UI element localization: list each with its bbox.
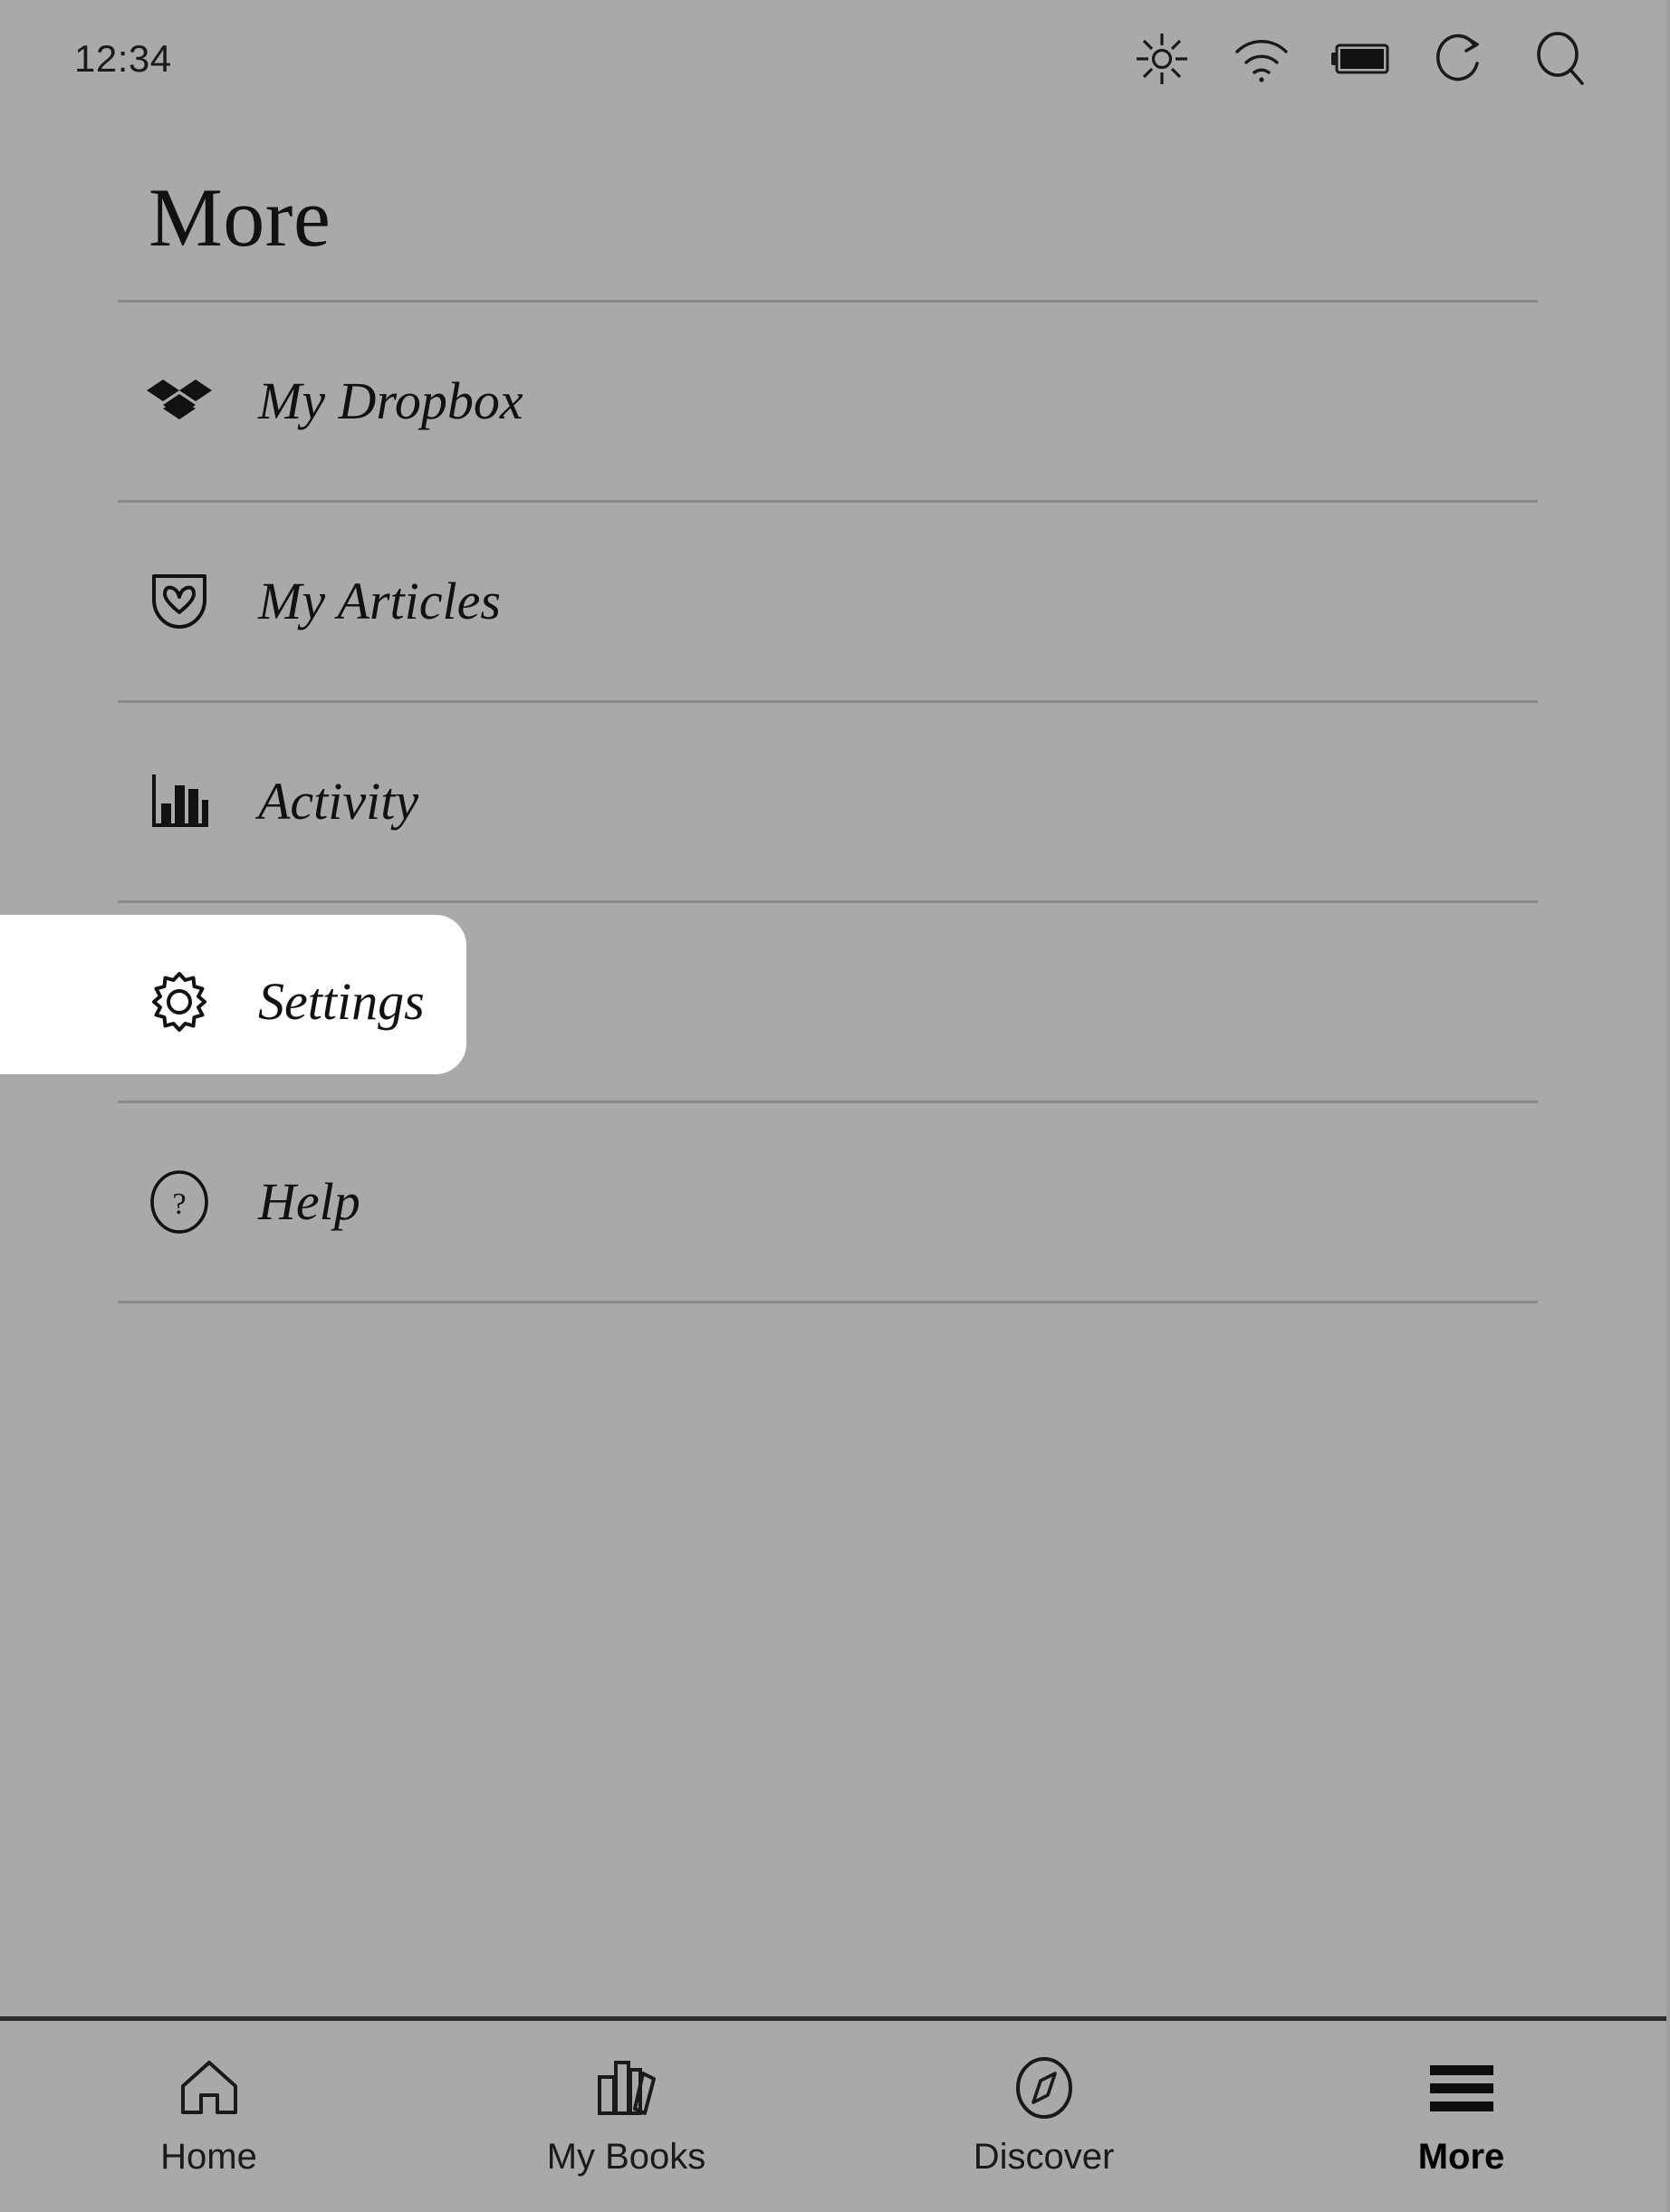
menu-item-help[interactable]: ? Help [0,1103,1670,1301]
menu-item-label: Help [258,1176,360,1228]
sync-icon[interactable] [1431,29,1491,89]
question-circle-icon: ? [145,1168,214,1236]
menu-item-activity[interactable]: Activity [0,703,1670,900]
more-menu-list: My Dropbox My Articles [0,300,1670,1303]
compass-icon [1014,2053,1074,2122]
menu-item-settings[interactable]: Settings [0,903,1670,1101]
menu-item-label: Settings [258,976,425,1028]
menu-item-label: My Dropbox [258,375,523,428]
pocket-icon [145,567,214,636]
nav-tab-label: My Books [547,2139,706,2175]
svg-text:?: ? [172,1188,186,1221]
device-screen: 12:34 [0,0,1670,2212]
menu-item-label: My Articles [258,575,501,628]
bar-chart-icon [145,767,214,836]
nav-tab-label: More [1418,2139,1505,2175]
menu-item-my-articles[interactable]: My Articles [0,503,1670,700]
status-clock: 12:34 [74,40,172,78]
nav-tab-discover[interactable]: Discover [835,2021,1252,2212]
page-title: More [0,118,1670,262]
nav-tab-home[interactable]: Home [0,2021,418,2212]
brightness-icon[interactable] [1132,29,1192,89]
battery-icon[interactable] [1331,29,1391,89]
menu-item-my-dropbox[interactable]: My Dropbox [0,303,1670,500]
nav-tab-more[interactable]: More [1252,2021,1670,2212]
bottom-navigation-bar: Home My Books Discover [0,2016,1670,2212]
status-bar: 12:34 [0,0,1670,118]
main-content: More My Dropbox [0,118,1670,2212]
wifi-icon[interactable] [1232,29,1291,89]
screen-right-edge [1666,0,1670,2212]
status-icon-group [1132,29,1590,89]
search-icon[interactable] [1531,29,1590,89]
nav-tab-label: Home [160,2139,257,2175]
menu-item-label: Activity [258,775,418,828]
books-icon [594,2053,659,2122]
dropbox-icon [145,367,214,436]
nav-tab-my-books[interactable]: My Books [418,2021,835,2212]
divider [118,1301,1538,1303]
hamburger-icon [1428,2053,1495,2122]
gear-icon [145,967,214,1036]
home-icon [178,2053,241,2122]
nav-tab-label: Discover [974,2139,1115,2175]
